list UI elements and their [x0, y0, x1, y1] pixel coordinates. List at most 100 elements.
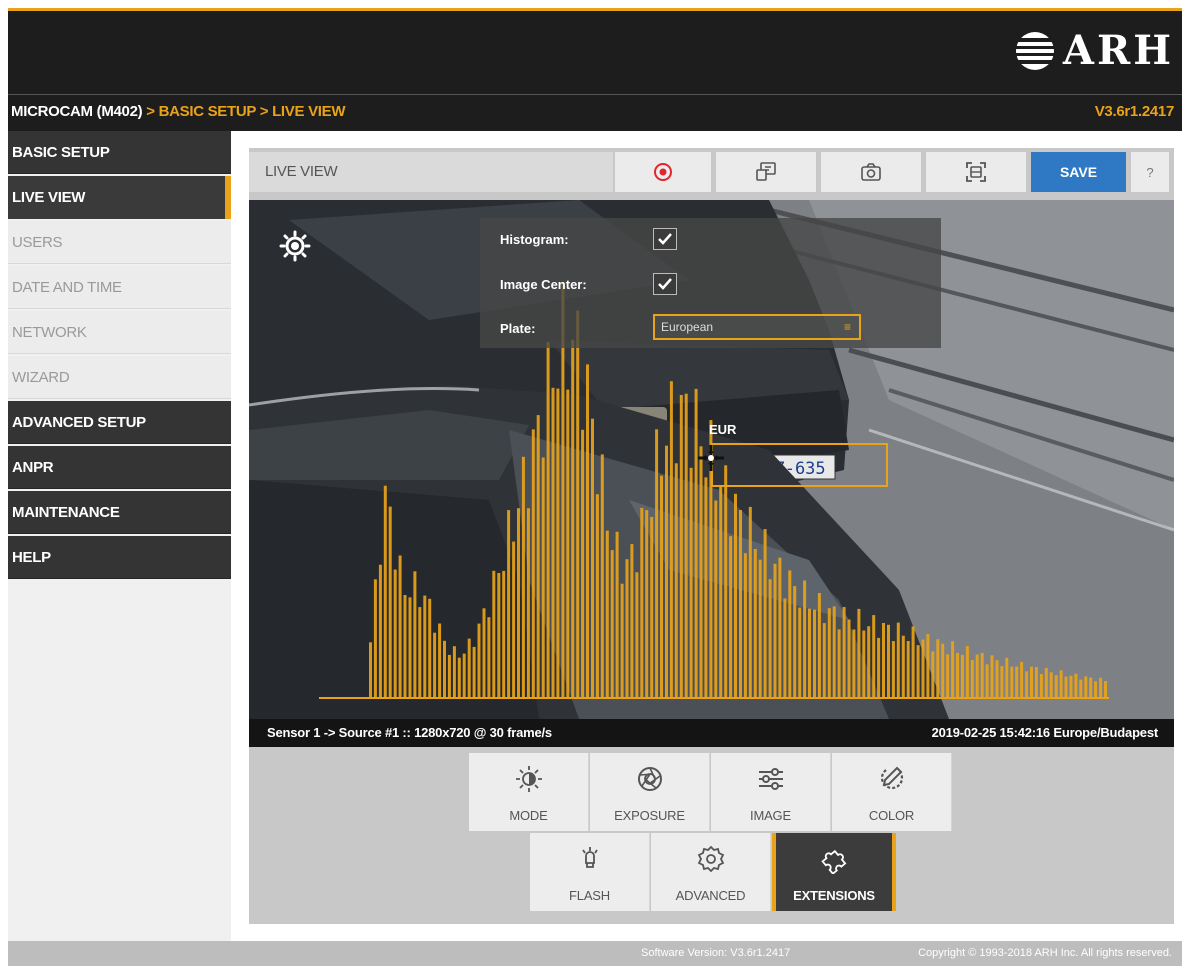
histogram-bar — [1034, 667, 1038, 698]
histogram-bar — [724, 465, 728, 698]
histogram-bar — [1049, 672, 1053, 698]
histogram-bar — [388, 506, 392, 698]
main-panel: LIVE VIEW SAVE ? RHZ-635 Histogram: Imag… — [249, 148, 1174, 924]
histogram-bar — [956, 652, 959, 698]
histogram-bar — [620, 583, 624, 698]
color-icon — [832, 763, 951, 795]
histogram-bar — [758, 559, 762, 698]
sidebar-item-date-and-time[interactable]: DATE AND TIME — [8, 266, 231, 309]
histogram-bar — [951, 641, 955, 698]
histogram-bar — [748, 506, 752, 698]
tool-advanced-button[interactable]: ADVANCED — [651, 833, 771, 911]
histogram-bar — [507, 510, 511, 698]
histogram-bar — [531, 429, 535, 698]
breadcrumb-live-view: LIVE VIEW — [272, 103, 346, 120]
histogram-bar — [985, 664, 989, 698]
sidebar-item-live-view[interactable]: LIVE VIEW — [8, 176, 231, 219]
record-button[interactable] — [615, 152, 711, 192]
brightness-toggle[interactable] — [279, 230, 311, 267]
plate-select[interactable]: European ≡ — [653, 314, 861, 340]
histogram-bar — [694, 388, 698, 698]
histogram-bar — [591, 418, 594, 698]
tool-flash-button[interactable]: FLASH — [530, 833, 650, 911]
histogram-bar — [684, 393, 688, 698]
histogram-bar — [1084, 676, 1088, 698]
sidebar: BASIC SETUP LIVE VIEW USERS DATE AND TIM… — [8, 131, 231, 941]
tool-mode-button[interactable]: MODE — [469, 753, 589, 831]
histogram-bar — [467, 638, 471, 698]
histogram-bar — [739, 510, 742, 698]
histogram-bar — [378, 564, 382, 698]
live-video[interactable]: RHZ-635 Histogram: Image Center: Plate: … — [249, 200, 1174, 719]
tool-color-button[interactable]: COLOR — [832, 753, 952, 831]
focus-frame-button[interactable] — [926, 152, 1026, 192]
histogram-bar — [906, 641, 910, 698]
image-center-checkbox[interactable] — [653, 273, 677, 295]
tool-extensions-button[interactable]: EXTENSIONS — [772, 833, 896, 911]
histogram-bar — [689, 467, 693, 698]
sidebar-section-anpr[interactable]: ANPR — [8, 446, 231, 489]
snapshot-button[interactable] — [821, 152, 921, 192]
histogram-bar — [1104, 681, 1107, 698]
histogram-bar — [901, 635, 905, 698]
histogram-bar — [660, 475, 663, 698]
histogram-label: Histogram: — [500, 232, 569, 247]
toolbar: LIVE VIEW SAVE ? — [249, 148, 1174, 194]
histogram-bar — [1025, 671, 1029, 698]
histogram-bar — [433, 632, 437, 698]
breadcrumb-basic-setup[interactable]: BASIC SETUP — [159, 103, 257, 120]
histogram-bar — [946, 654, 950, 698]
histogram-bar — [1005, 657, 1009, 698]
histogram-bar — [832, 606, 836, 698]
tool-extensions-label: EXTENSIONS — [793, 888, 875, 903]
camera-icon — [861, 163, 881, 181]
histogram-bar — [452, 646, 456, 698]
histogram-bar — [521, 456, 525, 698]
aperture-icon — [590, 763, 709, 795]
sidebar-item-users[interactable]: USERS — [8, 221, 231, 264]
histogram-bar — [393, 569, 397, 698]
tool-flash-label: FLASH — [569, 888, 610, 903]
histogram-bar — [428, 598, 432, 698]
histogram-bar — [383, 485, 387, 698]
sidebar-section-maintenance[interactable]: MAINTENANCE — [8, 491, 231, 534]
histogram-bar — [625, 559, 629, 698]
histogram-bar — [827, 608, 831, 698]
histogram-bar — [1099, 677, 1103, 698]
histogram-bar — [911, 626, 915, 698]
overlay-settings-panel: Histogram: Image Center: Plate: European… — [480, 218, 941, 348]
histogram-bar — [492, 570, 496, 698]
save-button[interactable]: SAVE — [1031, 152, 1126, 192]
sidebar-item-wizard[interactable]: WIZARD — [8, 356, 231, 399]
sidebar-item-network[interactable]: NETWORK — [8, 311, 231, 354]
tool-image-button[interactable]: IMAGE — [711, 753, 831, 831]
tool-exposure-button[interactable]: EXPOSURE — [590, 753, 710, 831]
sidebar-section-advanced-setup[interactable]: ADVANCED SETUP — [8, 401, 231, 444]
histogram-bar — [586, 364, 589, 698]
plate-label: Plate: — [500, 321, 536, 336]
image-center-label: Image Center: — [500, 277, 587, 292]
histogram-checkbox[interactable] — [653, 228, 677, 250]
histogram-bar — [921, 639, 925, 698]
histogram-bar — [699, 446, 703, 698]
screen-capture-button[interactable] — [716, 152, 816, 192]
breadcrumb-device[interactable]: MICROCAM (M402) — [11, 103, 143, 120]
video-timestamp: 2019-02-25 15:42:16 Europe/Budapest — [931, 725, 1159, 740]
sun-icon — [279, 230, 311, 262]
histogram-bar — [650, 516, 654, 698]
histogram-bar — [936, 639, 940, 698]
histogram-bar — [674, 463, 678, 698]
histogram-bar — [457, 657, 461, 698]
sidebar-section-help[interactable]: HELP — [8, 536, 231, 579]
histogram-bar — [783, 598, 787, 698]
histogram-bar — [635, 572, 639, 698]
help-button[interactable]: ? — [1131, 152, 1169, 192]
histogram-bar — [418, 607, 422, 698]
brightness-icon — [469, 763, 588, 795]
plate-select-value: European — [661, 320, 714, 334]
checkmark-icon — [658, 278, 672, 290]
histogram-bar — [472, 646, 476, 698]
histogram-bar — [743, 553, 747, 698]
sidebar-section-basic-setup[interactable]: BASIC SETUP — [8, 131, 231, 174]
histogram-bar — [1074, 673, 1078, 698]
